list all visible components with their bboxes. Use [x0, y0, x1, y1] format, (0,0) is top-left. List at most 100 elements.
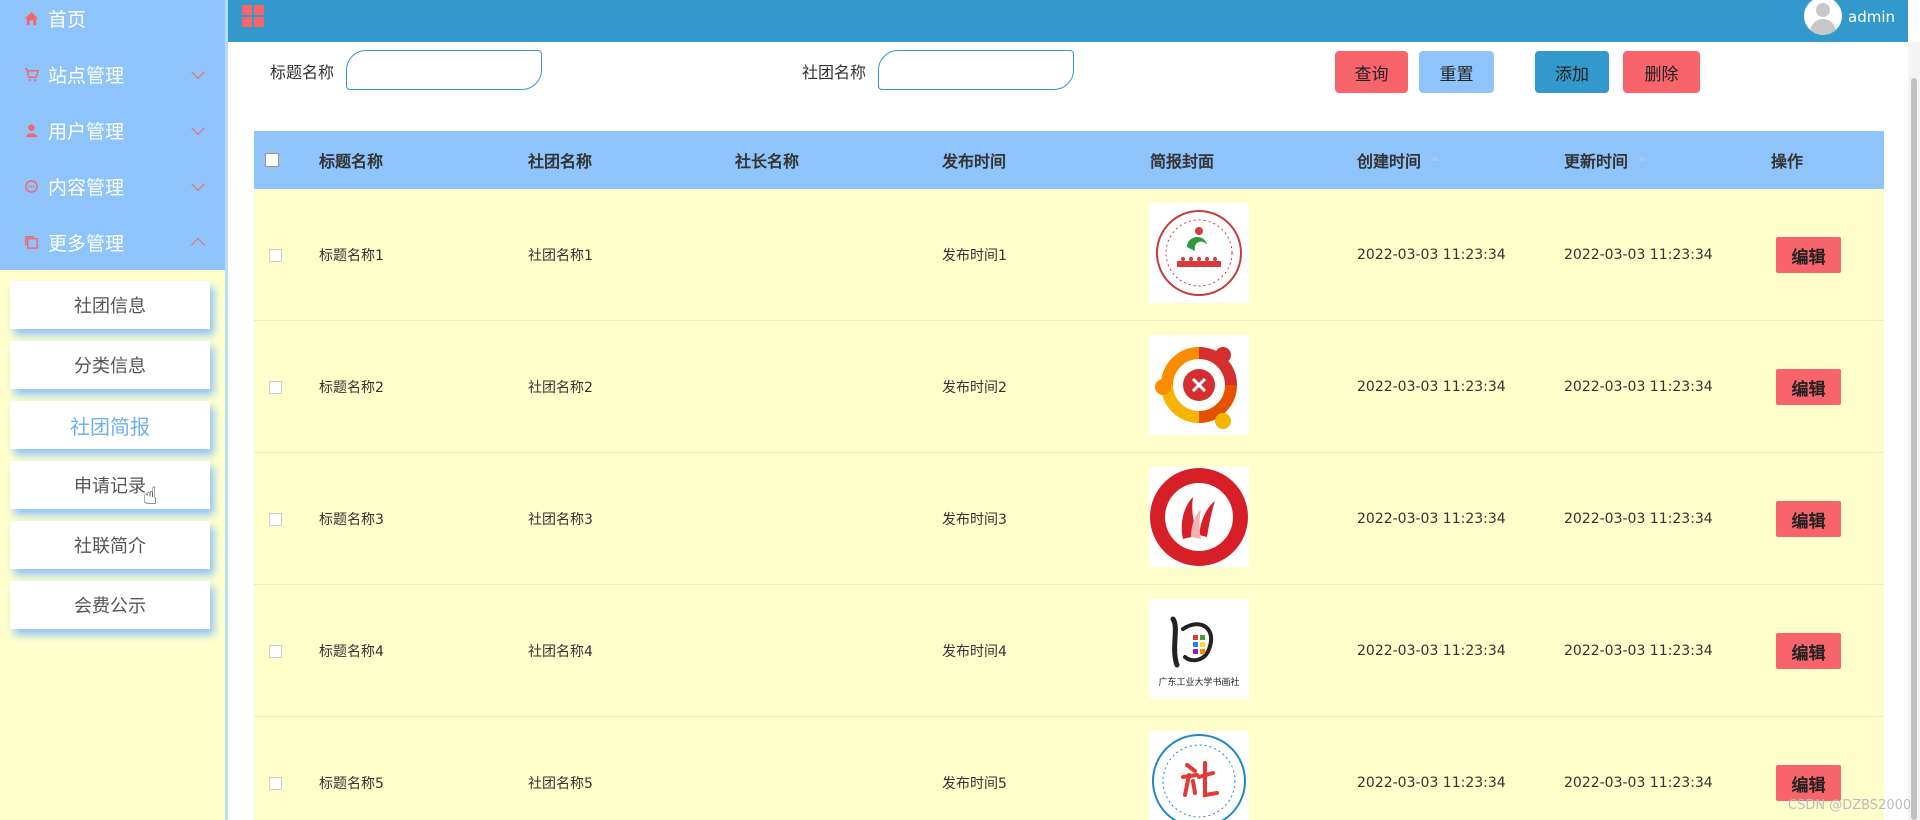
column-header-cover: 简报封面: [1150, 152, 1215, 171]
submenu-item-label: 会费公示: [74, 596, 146, 617]
user-icon: [22, 121, 40, 139]
cell-updated-time: 2022-03-03 11:23:34: [1564, 511, 1713, 527]
cell-title: 标题名称5: [319, 776, 384, 792]
cell-club: 社团名称2: [528, 380, 593, 396]
cell-title: 标题名称1: [319, 248, 384, 264]
submenu-item-union-intro[interactable]: 社联简介: [10, 521, 210, 569]
cell-updated-time: 2022-03-03 11:23:34: [1564, 379, 1713, 395]
submenu-item-club-briefing[interactable]: 社团简报: [10, 401, 210, 449]
column-header-updated-time[interactable]: 更新时间: [1564, 131, 1647, 189]
chevron-down-icon: [190, 64, 206, 80]
table-row: 标题名称4 社团名称4 发布时间4 广东工业大学书画社 2022-03-03 1…: [254, 585, 1884, 717]
cell-publish-time: 发布时间5: [942, 776, 1007, 792]
submenu-item-category-info[interactable]: 分类信息: [10, 341, 210, 389]
table-row: 标题名称3 社团名称3 发布时间3 2022-03-03 11:23:34 20…: [254, 453, 1884, 585]
add-button[interactable]: 添加: [1535, 51, 1609, 93]
club-logo-image: 广东工业大学书画社: [1158, 616, 1240, 688]
query-button[interactable]: 查询: [1335, 51, 1408, 93]
edit-button[interactable]: 编辑: [1776, 501, 1841, 537]
sidebar-menu: 首页 站点管理 用户管理 内容管理 更多管理: [0, 0, 225, 270]
submenu-item-label: 社联简介: [74, 536, 146, 557]
username[interactable]: admin: [1848, 8, 1895, 26]
sidebar-item-user-management[interactable]: 用户管理: [0, 102, 225, 158]
cover-image: [1149, 467, 1249, 567]
sidebar-item-more-management[interactable]: 更多管理: [0, 214, 225, 270]
cover-image: [1149, 203, 1249, 303]
scrollbar-thumb[interactable]: [1911, 78, 1917, 820]
row-checkbox[interactable]: [269, 777, 282, 790]
row-checkbox[interactable]: [269, 645, 282, 658]
column-header-actions: 操作: [1771, 152, 1804, 171]
table-header: 标题名称 社团名称 社长名称 发布时间 简报封面 创建时间 更新时间 操作: [254, 131, 1884, 189]
row-checkbox[interactable]: [269, 249, 282, 262]
cell-title: 标题名称4: [319, 644, 384, 660]
grid-menu-icon[interactable]: [242, 5, 264, 27]
cover-image: 广东工业大学书画社: [1149, 599, 1249, 699]
submenu-item-label: 社团信息: [74, 296, 146, 317]
table-row: 标题名称2 社团名称2 发布时间2 2022-03-03 11:23:34 20…: [254, 321, 1884, 453]
sidebar-item-label: 更多管理: [48, 232, 125, 255]
copy-icon: [22, 233, 40, 251]
club-logo-image: [1155, 347, 1237, 429]
cell-updated-time: 2022-03-03 11:23:34: [1564, 247, 1713, 263]
column-header-label: 更新时间: [1564, 152, 1629, 171]
delete-button[interactable]: 删除: [1623, 51, 1700, 93]
club-logo-image: [1156, 210, 1242, 296]
row-checkbox[interactable]: [269, 381, 282, 394]
edit-button[interactable]: 编辑: [1776, 765, 1841, 801]
submenu-item-fee-notice[interactable]: 会费公示: [10, 581, 210, 629]
submenu-item-label: 申请记录: [74, 476, 146, 497]
row-checkbox[interactable]: [269, 513, 282, 526]
club-name-label: 社团名称: [802, 63, 867, 82]
sidebar-item-label: 用户管理: [48, 120, 125, 143]
avatar[interactable]: [1804, 0, 1842, 35]
watermark: CSDN @DZBS2000: [1788, 798, 1912, 813]
cell-created-time: 2022-03-03 11:23:34: [1357, 379, 1506, 395]
sidebar-item-site-management[interactable]: 站点管理: [0, 46, 225, 102]
chevron-down-icon: [190, 176, 206, 192]
edit-button[interactable]: 编辑: [1776, 633, 1841, 669]
title-name-input[interactable]: [346, 50, 542, 90]
scrollbar[interactable]: [1908, 42, 1920, 820]
reset-button[interactable]: 重置: [1419, 51, 1494, 93]
cell-publish-time: 发布时间2: [942, 380, 1007, 396]
edit-button[interactable]: 编辑: [1776, 369, 1841, 405]
chat-icon: [22, 177, 40, 195]
column-header-created-time[interactable]: 创建时间: [1357, 131, 1440, 189]
cover-image: [1149, 731, 1249, 820]
column-header-club: 社团名称: [528, 152, 593, 171]
sort-icon[interactable]: [1431, 155, 1440, 161]
submenu-item-club-info[interactable]: 社团信息: [10, 281, 210, 329]
sidebar-item-content-management[interactable]: 内容管理: [0, 158, 225, 214]
cover-image: [1149, 335, 1249, 435]
chevron-up-icon: [190, 237, 206, 253]
sort-icon[interactable]: [1638, 155, 1647, 161]
cell-club: 社团名称4: [528, 644, 593, 660]
club-name-input[interactable]: [878, 50, 1074, 90]
hand-cursor-icon: ☝: [143, 482, 158, 510]
sidebar-border: [225, 0, 228, 820]
select-all-checkbox[interactable]: [265, 153, 279, 167]
sidebar-item-label: 站点管理: [48, 64, 125, 87]
table-row: 标题名称1 社团名称1 发布时间1 2022-03-03 11:23:34 20…: [254, 189, 1884, 321]
club-logo-image: [1152, 734, 1246, 820]
cell-club: 社团名称3: [528, 512, 593, 528]
home-icon: [22, 9, 40, 27]
edit-button[interactable]: 编辑: [1776, 237, 1841, 273]
cell-club: 社团名称5: [528, 776, 593, 792]
cell-publish-time: 发布时间1: [942, 248, 1007, 264]
sidebar: 首页 站点管理 用户管理 内容管理 更多管理 社团信息 分类信息 社团简报 申请…: [0, 0, 225, 820]
column-header-label: 创建时间: [1357, 152, 1422, 171]
title-name-label: 标题名称: [270, 63, 335, 82]
column-header-title: 标题名称: [319, 152, 384, 171]
cell-updated-time: 2022-03-03 11:23:34: [1564, 643, 1713, 659]
cell-title: 标题名称2: [319, 380, 384, 396]
sidebar-item-label: 内容管理: [48, 176, 125, 199]
sidebar-item-home[interactable]: 首页: [0, 0, 225, 46]
submenu-item-application-records[interactable]: 申请记录: [10, 461, 210, 509]
cell-updated-time: 2022-03-03 11:23:34: [1564, 775, 1713, 791]
column-header-publish-time: 发布时间: [942, 152, 1007, 171]
submenu-item-label: 分类信息: [74, 356, 146, 377]
chevron-down-icon: [190, 120, 206, 136]
svg-text:广东工业大学书画社: 广东工业大学书画社: [1158, 676, 1239, 688]
